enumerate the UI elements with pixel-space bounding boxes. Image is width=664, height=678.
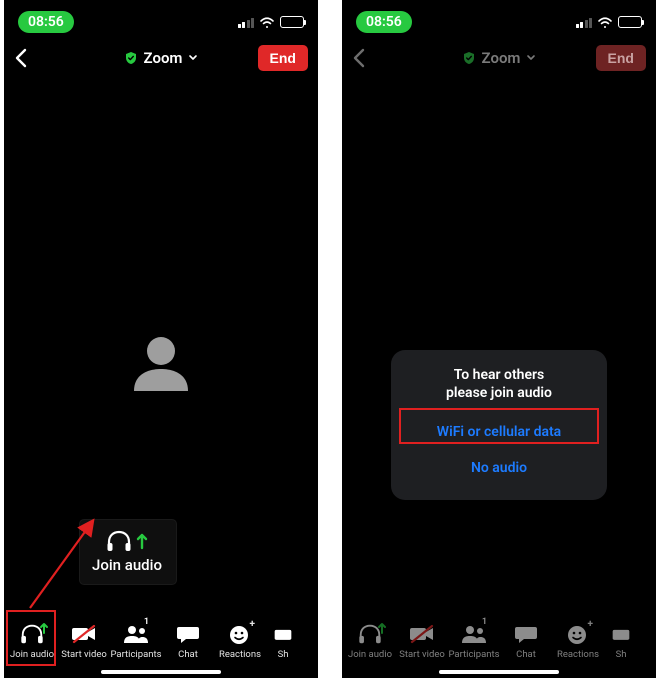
share-icon	[268, 621, 298, 647]
dialog-message: To hear othersplease join audio	[399, 366, 599, 402]
signal-icon	[238, 17, 255, 28]
wifi-icon	[597, 16, 613, 28]
toolbar-share[interactable]: Sh	[604, 621, 638, 660]
bottom-toolbar: Join audio Start video 1 Participants Ch…	[342, 602, 656, 660]
reactions-icon: +	[225, 621, 255, 647]
signal-icon	[576, 17, 593, 28]
toolbar-label: Participants	[448, 649, 499, 660]
bottom-toolbar: Join audio Start video 1 Participants Ch…	[4, 602, 318, 660]
status-bar: 08:56	[342, 0, 656, 36]
toolbar-share[interactable]: Sh	[266, 621, 300, 660]
shield-check-icon	[124, 51, 138, 65]
chevron-down-icon	[188, 54, 198, 62]
reactions-icon: +	[563, 621, 593, 647]
top-nav: Zoom End	[4, 36, 318, 80]
battery-icon	[280, 16, 304, 28]
video-area: Join audio	[4, 80, 318, 608]
participants-count-badge: 1	[482, 617, 487, 627]
toolbar-start-video[interactable]: Start video	[58, 621, 110, 660]
toolbar-label: Reactions	[557, 649, 599, 660]
top-nav: Zoom End	[342, 36, 656, 80]
participants-icon: 1	[459, 621, 489, 647]
toolbar-label: Sh	[278, 649, 289, 660]
toolbar-start-video[interactable]: Start video	[396, 621, 448, 660]
plus-icon: +	[588, 619, 593, 630]
toolbar-chat[interactable]: Chat	[162, 621, 214, 660]
plus-icon: +	[250, 619, 255, 630]
status-icons	[576, 16, 643, 28]
toolbar-label: Start video	[399, 649, 445, 660]
status-bar: 08:56	[4, 0, 318, 36]
participants-icon: 1	[121, 621, 151, 647]
toolbar-label: Chat	[516, 649, 536, 660]
tooltip-label: Join audio	[92, 556, 162, 574]
home-indicator	[439, 670, 559, 674]
join-audio-dialog: To hear othersplease join audio WiFi or …	[391, 350, 607, 500]
wifi-icon	[259, 16, 275, 28]
meeting-title-text: Zoom	[144, 49, 183, 67]
status-time-pill: 08:56	[18, 11, 74, 33]
end-button[interactable]: End	[596, 45, 646, 71]
phone-screenshot-right: 08:56 Zoom End To hear othersplease	[342, 0, 656, 678]
toolbar-join-audio[interactable]: Join audio	[344, 621, 396, 660]
participants-count-badge: 1	[144, 617, 149, 627]
toolbar-label: Sh	[616, 649, 627, 660]
home-indicator	[101, 670, 221, 674]
toolbar-participants[interactable]: 1 Participants	[448, 621, 500, 660]
option-wifi-cellular[interactable]: WiFi or cellular data	[399, 414, 599, 450]
meeting-title-text: Zoom	[482, 49, 521, 67]
option-no-audio[interactable]: No audio	[399, 450, 599, 486]
toolbar-reactions[interactable]: + Reactions	[214, 621, 266, 660]
toolbar-reactions[interactable]: + Reactions	[552, 621, 604, 660]
phone-screenshot-left: 08:56 Zoom End	[4, 0, 318, 678]
toolbar-label: Join audio	[10, 649, 54, 660]
status-time-pill: 08:56	[356, 11, 412, 33]
headphones-icon	[105, 530, 133, 552]
video-off-icon	[407, 621, 437, 647]
back-chevron-icon[interactable]	[14, 48, 28, 68]
back-chevron-icon[interactable]	[352, 48, 366, 68]
share-icon	[606, 621, 636, 647]
video-area: To hear othersplease join audio WiFi or …	[342, 80, 656, 608]
battery-icon	[618, 16, 642, 28]
toolbar-label: Join audio	[348, 649, 392, 660]
toolbar-label: Participants	[110, 649, 161, 660]
avatar-placeholder	[121, 325, 201, 399]
toolbar-join-audio[interactable]: Join audio	[6, 621, 58, 660]
chat-icon	[173, 621, 203, 647]
join-audio-tooltip[interactable]: Join audio	[80, 520, 176, 584]
arrow-up-icon	[135, 531, 149, 551]
toolbar-label: Reactions	[219, 649, 261, 660]
status-icons	[238, 16, 305, 28]
end-button[interactable]: End	[258, 45, 308, 71]
toolbar-participants[interactable]: 1 Participants	[110, 621, 162, 660]
chat-icon	[511, 621, 541, 647]
video-off-icon	[69, 621, 99, 647]
toolbar-label: Start video	[61, 649, 107, 660]
shield-check-icon	[462, 51, 476, 65]
chevron-down-icon	[526, 54, 536, 62]
toolbar-label: Chat	[178, 649, 198, 660]
toolbar-chat[interactable]: Chat	[500, 621, 552, 660]
